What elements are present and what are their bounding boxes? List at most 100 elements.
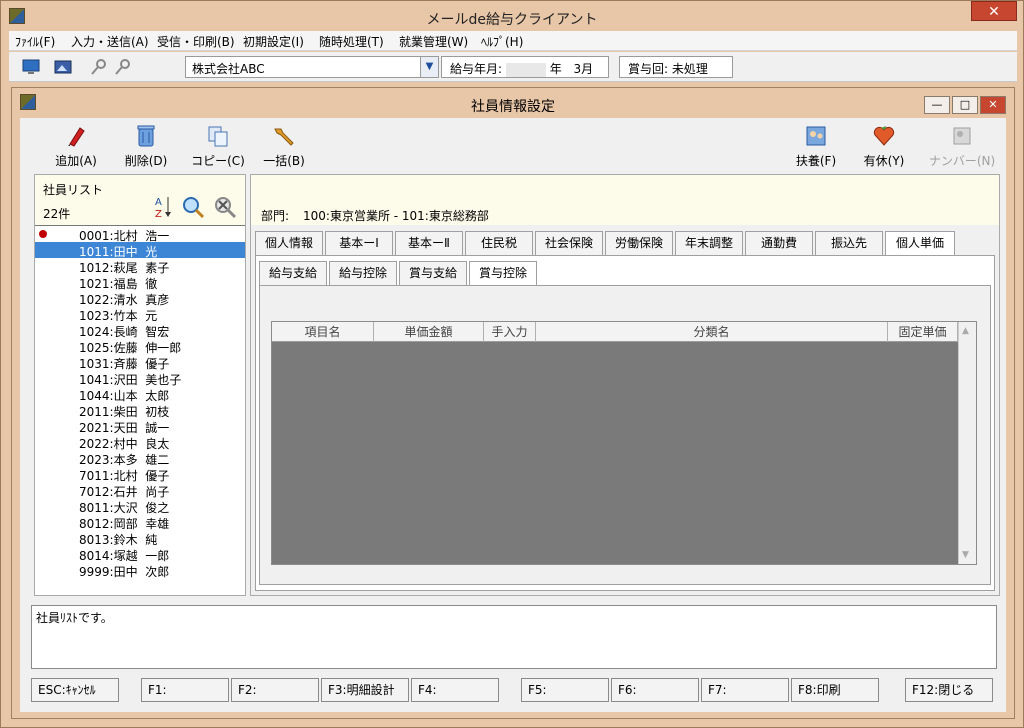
scroll-down-icon[interactable]: ▼ [962,550,969,560]
employee-row[interactable]: 1023:竹本 元 [35,306,245,323]
subtab-1[interactable]: 給与控除 [329,261,397,285]
employee-row[interactable]: 9999:田中 次郎 [35,562,245,579]
key-icon[interactable] [89,57,109,77]
employee-name: 浩一 [145,229,170,243]
employee-row[interactable]: 1011:田中 光 [35,242,245,259]
fkey-4[interactable]: F4: [411,678,499,702]
col-fixed-price: 固定単価 [888,322,958,342]
sort-icon[interactable]: AZ [153,195,173,220]
employee-row[interactable]: 2011:柴田 初枝 [35,402,245,419]
col-item-name: 項目名 [272,322,374,342]
tab-8[interactable]: 振込先 [815,231,883,255]
employee-code: 1023:竹本 [79,309,138,323]
add-button[interactable]: 追加(A) [44,124,108,170]
menu-input-send[interactable]: 入力・送信(A) [71,33,149,50]
maximize-icon[interactable]: □ [952,96,978,114]
employee-row[interactable]: 1025:佐藤 伸一郎 [35,338,245,355]
close-icon[interactable]: ✕ [980,96,1006,114]
fkey-2[interactable]: F2: [231,678,319,702]
menu-help[interactable]: ﾍﾙﾌﾟ(H) [481,33,523,50]
employee-row[interactable]: 7011:北村 優子 [35,466,245,483]
employee-name: 誠一 [145,421,170,435]
tab-7[interactable]: 通勤費 [745,231,813,255]
employee-row[interactable]: 1021:福島 徹 [35,274,245,291]
unit-price-grid[interactable]: 項目名 単価金額 手入力 分類名 固定単価 ▲ ▼ [271,321,977,565]
employee-row[interactable]: 1024:長崎 智宏 [35,322,245,339]
employee-row[interactable]: 8013:鈴木 純 [35,530,245,547]
fkey-6[interactable]: F6: [611,678,699,702]
employee-code: 8014:塚越 [79,549,138,563]
key-icon-2[interactable] [113,57,133,77]
subtab-3[interactable]: 賞与控除 [469,261,537,285]
employee-row[interactable]: 8011:大沢 俊之 [35,498,245,515]
employee-name: 雄二 [145,453,170,467]
fkey-7[interactable]: F7: [701,678,789,702]
tab-5[interactable]: 労働保険 [605,231,673,255]
fkey-3[interactable]: F3:明細設計 [321,678,409,702]
menu-receive-print[interactable]: 受信・印刷(B) [157,33,235,50]
tab-4[interactable]: 社会保険 [535,231,603,255]
menu-file[interactable]: ﾌｧｲﾙ(F) [15,33,55,50]
employee-name: 次郎 [145,565,170,579]
employee-code: 1025:佐藤 [79,341,138,355]
menu-occasional[interactable]: 随時処理(T) [319,33,384,50]
employee-row[interactable]: 1022:清水 真彦 [35,290,245,307]
employee-name: 智宏 [145,325,170,339]
monitor-icon[interactable] [21,57,41,77]
tab-6[interactable]: 年末調整 [675,231,743,255]
menu-attendance[interactable]: 就業管理(W) [399,33,468,50]
employee-name: 伸一郎 [145,341,182,355]
employee-name: 美也子 [145,373,182,387]
fkey-0[interactable]: ESC:ｷｬﾝｾﾙ [31,678,119,702]
tab-9[interactable]: 個人単価 [885,231,955,255]
copy-button[interactable]: コピー(C) [182,124,254,170]
fkey-8[interactable]: F8:印刷 [791,678,879,702]
employee-row[interactable]: 7012:石井 尚子 [35,482,245,499]
paid-leave-label: 有休(Y) [863,154,905,168]
employee-row[interactable]: 0001:北村 浩一 [35,226,245,243]
employee-row[interactable]: 2021:天田 誠一 [35,418,245,435]
menu-initial-settings[interactable]: 初期設定(I) [243,33,304,50]
close-icon[interactable]: ✕ [971,1,1017,21]
search-clear-icon[interactable] [213,195,237,219]
employee-row[interactable]: 2022:村中 良太 [35,434,245,451]
dependents-button[interactable]: 扶養(F) [784,124,848,170]
grid-scrollbar[interactable]: ▲ ▼ [958,322,976,564]
paid-leave-button[interactable]: 有休(Y) [852,124,916,170]
fkey-5[interactable]: F5: [521,678,609,702]
delete-button[interactable]: 削除(D) [114,124,178,170]
minimize-icon[interactable]: — [924,96,950,114]
tab-3[interactable]: 住民税 [465,231,533,255]
employee-code: 8011:大沢 [79,501,138,515]
employee-list[interactable]: 0001:北村 浩一 1011:田中 光 1012:萩尾 素子 1021:福島 徹 10… [35,225,245,595]
employee-code: 7012:石井 [79,485,138,499]
company-select[interactable]: 株式会社ABC ▼ [185,56,439,78]
chevron-down-icon[interactable]: ▼ [420,57,438,77]
fkey-1[interactable]: F1: [141,678,229,702]
subtab-2[interactable]: 賞与支給 [399,261,467,285]
pay-month-year-unit: 年 [549,62,562,76]
subtab-0[interactable]: 給与支給 [259,261,327,285]
fkey-9[interactable]: F12:閉じる [905,678,993,702]
employee-row[interactable]: 1044:山本 太郎 [35,386,245,403]
bulk-button[interactable]: 一括(B) [252,124,316,170]
detail-panel: 部門: 100:東京営業所 - 101:東京総務部 個人情報 基本ーⅠ 基本ーⅡ 住民… [250,174,1000,596]
employee-row[interactable]: 1041:沢田 美也子 [35,370,245,387]
tab-0[interactable]: 個人情報 [255,231,323,255]
employee-code: 1012:萩尾 [79,261,138,275]
employee-row[interactable]: 1031:斉藤 優子 [35,354,245,371]
number-label: ナンバー(N) [928,154,996,168]
employee-row[interactable]: 1012:萩尾 素子 [35,258,245,275]
tab-2[interactable]: 基本ーⅡ [395,231,463,255]
scroll-up-icon[interactable]: ▲ [962,326,969,336]
title-bar: メールde給与クライアント ✕ [1,1,1023,31]
search-icon[interactable] [181,195,205,219]
employee-name: 素子 [145,261,170,275]
screen-icon[interactable] [53,57,73,77]
employee-row[interactable]: 2023:本多 雄二 [35,450,245,467]
tab-1[interactable]: 基本ーⅠ [325,231,393,255]
employee-row[interactable]: 8012:岡部 幸雄 [35,514,245,531]
employee-code: 1021:福島 [79,277,138,291]
employee-row[interactable]: 8014:塚越 一郎 [35,546,245,563]
employee-name: 元 [145,309,158,323]
